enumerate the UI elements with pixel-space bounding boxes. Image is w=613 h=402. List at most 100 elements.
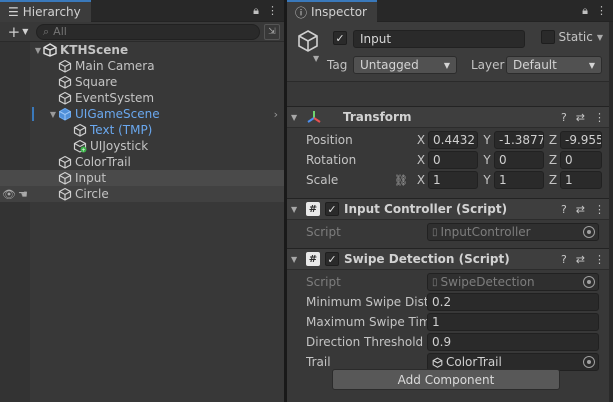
help-icon[interactable]: ? <box>561 111 567 124</box>
chevron-down-icon[interactable]: ▼ <box>597 33 603 42</box>
min-swipe-distance-field[interactable]: 0.2 <box>427 293 599 311</box>
object-name-field[interactable]: Input <box>353 30 525 48</box>
position-fields: X 0.4432 Y -1.3877 Z -9.9553 <box>414 131 602 149</box>
rotation-x-field[interactable]: 0 <box>428 151 478 169</box>
more-options-icon[interactable]: ⋮ <box>596 4 607 18</box>
tag-dropdown[interactable]: Untagged ▼ <box>353 56 457 74</box>
chevron-right-icon[interactable]: › <box>274 108 278 121</box>
direction-threshold-field[interactable]: 0.9 <box>427 333 599 351</box>
hierarchy-search[interactable]: ⌕ <box>36 23 260 40</box>
rotation-y-field[interactable]: 0 <box>494 151 544 169</box>
rotation-z-field[interactable]: 0 <box>560 151 602 169</box>
scrollbar[interactable] <box>609 22 613 402</box>
more-options-icon[interactable]: ⋮ <box>594 253 605 266</box>
help-icon[interactable]: ? <box>561 203 567 216</box>
add-component-button[interactable]: Add Component <box>332 369 560 390</box>
tab-hierarchy-label: Hierarchy <box>22 5 81 19</box>
layer-dropdown[interactable]: Default ▼ <box>506 56 602 74</box>
axis-y-label[interactable]: Y <box>480 133 494 147</box>
axis-y-label[interactable]: Y <box>480 153 494 167</box>
script-label: Script <box>306 225 341 239</box>
search-input[interactable] <box>53 25 204 38</box>
list-item[interactable]: Text (TMP) <box>0 122 284 138</box>
axis-x-label[interactable]: X <box>414 173 428 187</box>
position-x-field[interactable]: 0.4432 <box>428 131 478 149</box>
lock-icon[interactable]: 🔒︎ <box>253 4 259 18</box>
fold-arrow-icon[interactable]: ▼ <box>291 113 301 122</box>
position-y-field[interactable]: -1.3877 <box>494 131 544 149</box>
scale-z-field[interactable]: 1 <box>560 171 602 189</box>
max-swipe-time-label: Maximum Swipe Time <box>306 315 427 329</box>
item-label: ColorTrail <box>75 155 131 169</box>
gameobject-cube-icon[interactable] <box>295 28 321 54</box>
list-item[interactable]: Main Camera <box>0 58 284 74</box>
scale-x-field[interactable]: 1 <box>428 171 478 189</box>
lock-icon[interactable]: 🔒︎ <box>582 4 588 18</box>
tab-hierarchy[interactable]: ☰ Hierarchy <box>0 0 91 22</box>
active-checkbox[interactable]: ✓ <box>333 31 347 45</box>
hierarchy-tree: ▼ KTHScene Main Camera Square EventSyste… <box>0 42 284 202</box>
static-checkbox[interactable] <box>540 30 555 44</box>
fold-arrow-icon[interactable]: ▼ <box>291 205 301 214</box>
gameobject-cube-icon <box>58 187 72 201</box>
min-swipe-distance-label: Minimum Swipe Distance <box>306 295 427 309</box>
scene-name: KTHScene <box>60 43 129 57</box>
list-item[interactable]: 👁︎ ☚ Circle <box>0 186 284 202</box>
scene-row[interactable]: ▼ KTHScene <box>0 42 284 58</box>
more-options-icon[interactable]: ⋮ <box>267 4 278 18</box>
list-item[interactable]: EventSystem <box>0 90 284 106</box>
help-icon[interactable]: ? <box>561 253 567 266</box>
tab-inspector-label: Inspector <box>311 5 367 19</box>
list-item[interactable]: ▼ UIGameScene › <box>0 106 284 122</box>
list-item[interactable]: Square <box>0 74 284 90</box>
script-value: SwipeDetection <box>440 275 535 289</box>
hierarchy-toolbar: +▼ ⌕ ⇲ <box>0 22 284 42</box>
more-options-icon[interactable]: ⋮ <box>594 111 605 124</box>
svg-text:+: + <box>81 147 85 153</box>
item-label: Text (TMP) <box>90 123 153 137</box>
item-label: Input <box>75 171 107 185</box>
list-item[interactable]: + UIJoystick <box>0 138 284 154</box>
component-enabled-checkbox[interactable]: ✓ <box>325 202 339 216</box>
axis-x-label[interactable]: X <box>414 133 428 147</box>
presets-icon[interactable]: ⇄ <box>576 253 585 266</box>
max-swipe-time-field[interactable]: 1 <box>427 313 599 331</box>
list-item[interactable]: Input <box>0 170 284 186</box>
script-hash-icon: # <box>306 202 320 216</box>
rotation-row: Rotation X 0 Y 0 Z 0 <box>287 150 613 170</box>
list-item[interactable]: ColorTrail <box>0 154 284 170</box>
fold-arrow-icon[interactable]: ▼ <box>33 46 43 55</box>
layer-label: Layer <box>471 58 505 72</box>
tab-inspector[interactable]: ⓘ Inspector <box>287 0 377 22</box>
search-options-icon[interactable]: ⇲ <box>264 23 280 40</box>
scale-y-field[interactable]: 1 <box>494 171 544 189</box>
presets-icon[interactable]: ⇄ <box>576 203 585 216</box>
visibility-eye-icon[interactable]: 👁︎ <box>2 188 16 201</box>
object-picker-icon <box>583 226 595 238</box>
fold-arrow-icon[interactable]: ▼ <box>48 110 58 119</box>
swipe-detection-header[interactable]: ▼ # ✓ Swipe Detection (Script) ? ⇄ ⋮ <box>287 248 613 270</box>
transform-header[interactable]: ▼ Transform ? ⇄ ⋮ <box>287 106 613 128</box>
axis-y-label[interactable]: Y <box>480 173 494 187</box>
static-toggle[interactable]: Static ▼ <box>540 30 603 44</box>
presets-icon[interactable]: ⇄ <box>576 111 585 124</box>
input-controller-header[interactable]: ▼ # ✓ Input Controller (Script) ? ⇄ ⋮ <box>287 198 613 220</box>
pickable-hand-icon[interactable]: ☚ <box>18 188 28 201</box>
script-hash-icon: # <box>306 252 320 266</box>
search-icon: ⌕ <box>43 24 50 38</box>
axis-z-label[interactable]: Z <box>546 133 560 147</box>
gameobject-cube-icon <box>58 91 72 105</box>
axis-z-label[interactable]: Z <box>546 153 560 167</box>
axis-x-label[interactable]: X <box>414 153 428 167</box>
item-label: UIJoystick <box>90 139 149 153</box>
chevron-down-icon[interactable]: ▼ <box>313 54 319 63</box>
object-picker-icon[interactable] <box>583 356 595 368</box>
fold-arrow-icon[interactable]: ▼ <box>291 255 301 264</box>
component-enabled-checkbox[interactable]: ✓ <box>325 252 339 266</box>
axis-z-label[interactable]: Z <box>546 173 560 187</box>
more-options-icon[interactable]: ⋮ <box>594 203 605 216</box>
position-z-field[interactable]: -9.9553 <box>560 131 602 149</box>
link-icon[interactable]: ⛓︎ <box>394 174 414 187</box>
create-button[interactable]: + ▼ <box>4 23 32 41</box>
info-icon: ⓘ <box>295 5 308 20</box>
